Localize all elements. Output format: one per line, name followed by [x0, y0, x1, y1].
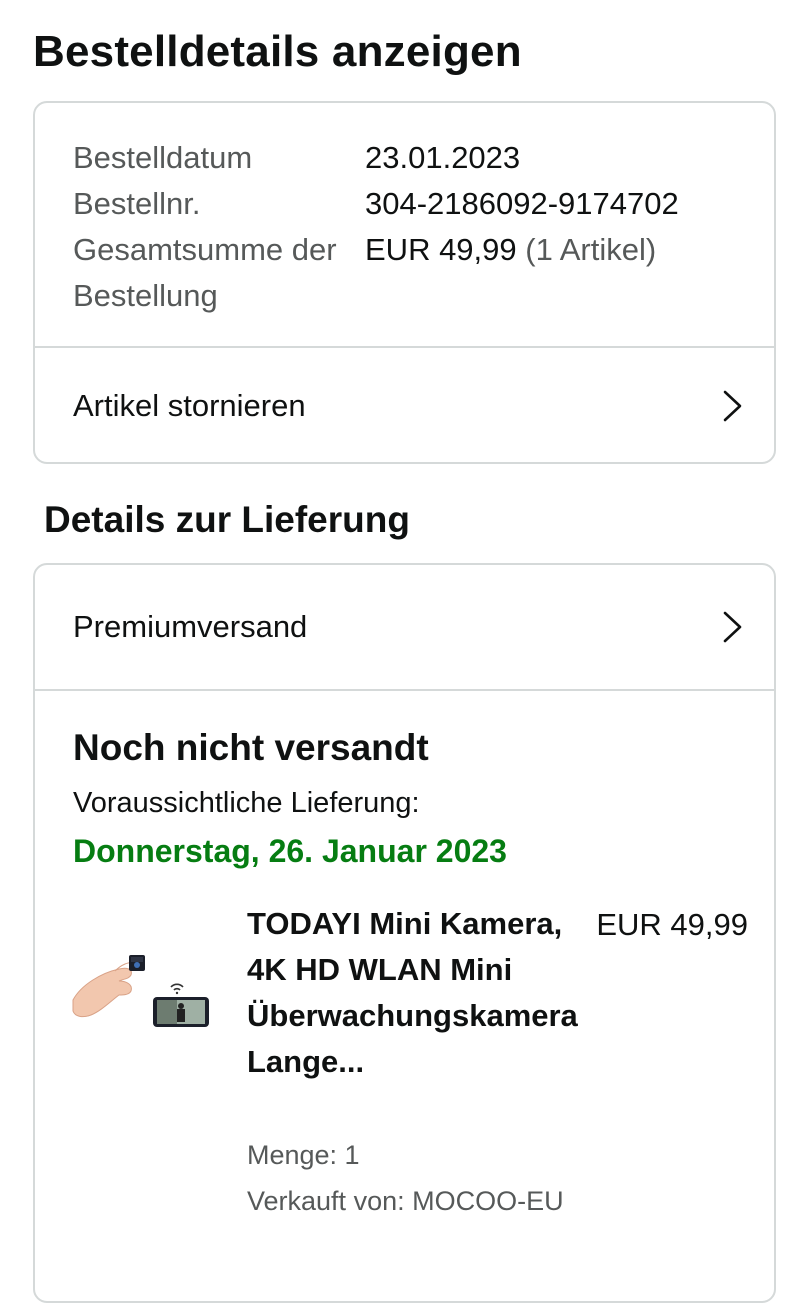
- order-total-value: EUR 49,99 (1 Artikel): [365, 227, 656, 319]
- order-total-row: Gesamtsumme der Bestellung EUR 49,99 (1 …: [73, 227, 679, 319]
- order-number-label: Bestellnr.: [73, 186, 201, 221]
- order-date-value: 23.01.2023: [365, 140, 521, 175]
- delivery-section-title: Details zur Lieferung: [44, 499, 410, 540]
- eta-label: Voraussichtliche Lieferung:: [73, 787, 420, 819]
- cancel-items-label: Artikel stornieren: [73, 388, 306, 423]
- order-total-label: Gesamtsumme der Bestellung: [73, 232, 337, 313]
- order-total-amount: EUR 49,99: [365, 232, 517, 267]
- cancel-items-row[interactable]: Artikel stornieren: [35, 348, 774, 462]
- order-summary-card: Bestelldatum 23.01.2023 Bestellnr. 304-2…: [33, 101, 776, 464]
- product-price: EUR 49,99: [596, 907, 748, 942]
- product-title-link[interactable]: TODAYI Mini Kamera, 4K HD WLAN Mini Über…: [247, 901, 607, 1085]
- delivery-card: Premiumversand Noch nicht versandt Vorau…: [33, 563, 776, 1303]
- eta-date: Donnerstag, 26. Januar 2023: [73, 833, 507, 869]
- delivery-divider: [35, 689, 774, 691]
- shipping-method-label: Premiumversand: [73, 609, 308, 644]
- order-summary-table: Bestelldatum 23.01.2023 Bestellnr. 304-2…: [73, 135, 679, 319]
- order-item-count: (1 Artikel): [525, 232, 657, 267]
- order-date-label: Bestelldatum: [73, 140, 253, 175]
- product-quantity: Menge: 1: [247, 1140, 360, 1170]
- shipping-method-row[interactable]: Premiumversand: [35, 565, 774, 689]
- mini-camera-product-image[interactable]: [71, 945, 211, 1035]
- page-title: Bestelldetails anzeigen: [33, 27, 522, 76]
- order-number-row: Bestellnr. 304-2186092-9174702: [73, 181, 679, 227]
- chevron-right-icon: [723, 390, 742, 422]
- order-number-value: 304-2186092-9174702: [365, 186, 679, 221]
- shipment-status: Noch nicht versandt: [73, 727, 429, 768]
- product-seller: Verkauft von: MOCOO-EU: [247, 1186, 564, 1216]
- order-date-row: Bestelldatum 23.01.2023: [73, 135, 679, 181]
- chevron-right-icon: [723, 611, 742, 643]
